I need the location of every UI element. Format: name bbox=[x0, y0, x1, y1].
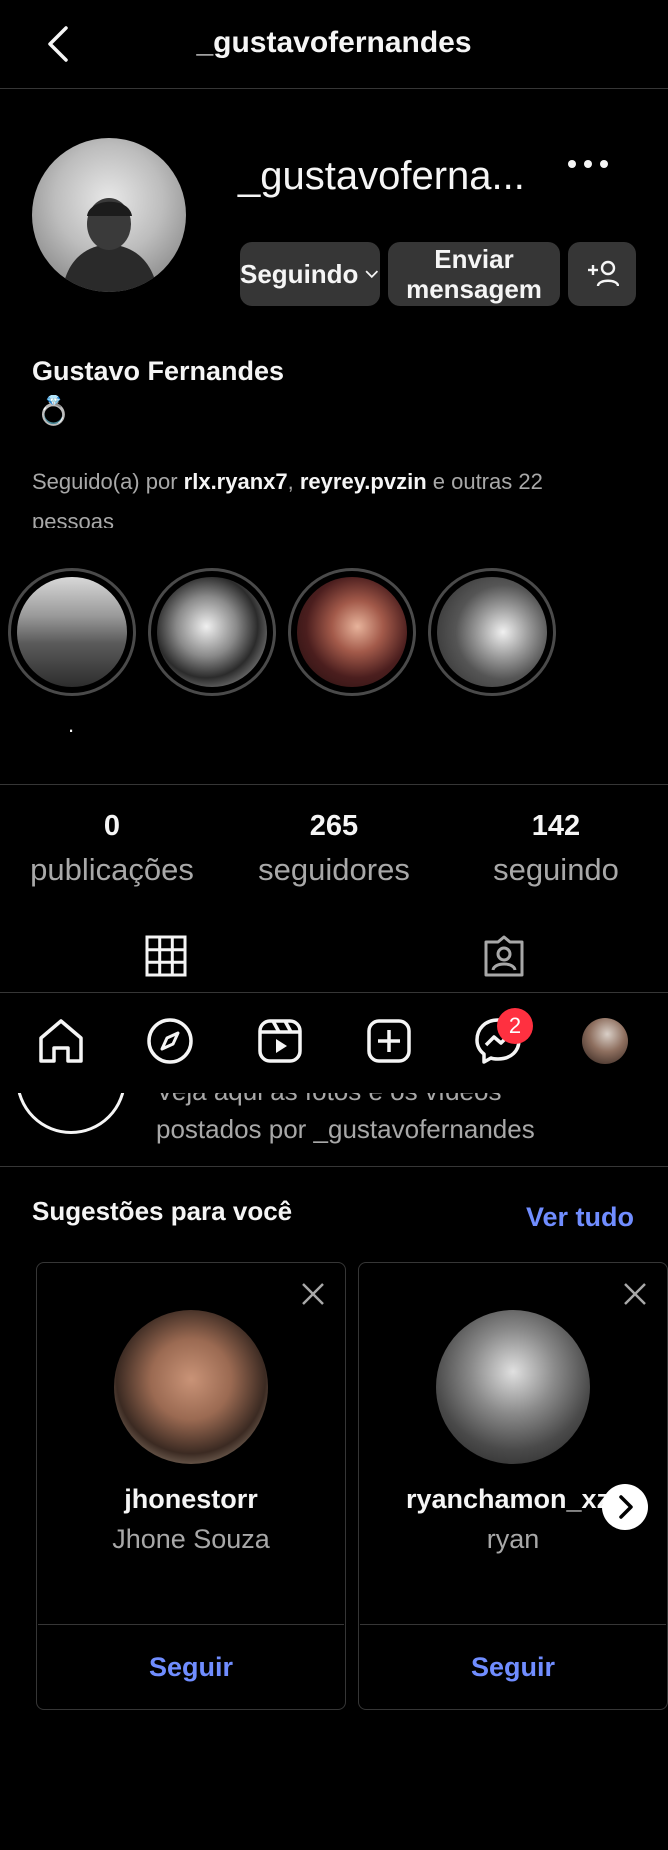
highlight-label: . bbox=[68, 712, 75, 737]
next-suggestions-button[interactable] bbox=[602, 1484, 648, 1530]
highlight-item[interactable] bbox=[8, 568, 136, 696]
add-user-button[interactable] bbox=[568, 242, 636, 306]
highlight-cover bbox=[17, 577, 127, 687]
chevron-right-icon bbox=[619, 1495, 633, 1519]
followed-by-separator: , bbox=[287, 469, 300, 494]
posts-label: publicações bbox=[30, 852, 194, 887]
followers-label[interactable]: seguidores bbox=[224, 852, 444, 888]
highlight-cover bbox=[437, 577, 547, 687]
home-icon[interactable] bbox=[36, 1016, 86, 1066]
see-all-link[interactable]: Ver tudo bbox=[526, 1202, 634, 1233]
follow-button[interactable]: Seguir bbox=[358, 1652, 668, 1683]
grid-icon[interactable] bbox=[144, 934, 188, 978]
followed-by-text[interactable]: Seguido(a) por rlx.ryanx7, reyrey.pvzin … bbox=[32, 462, 612, 528]
suggestion-name: Jhone Souza bbox=[112, 1524, 270, 1554]
empty-posts-line2: postados por _gustavofernandes bbox=[156, 1114, 535, 1144]
highlight-item[interactable] bbox=[148, 568, 276, 696]
divider bbox=[0, 784, 668, 785]
unread-badge: 2 bbox=[497, 1008, 533, 1044]
mutual-follower-link[interactable]: reyrey.pvzin bbox=[300, 469, 427, 494]
highlight-item[interactable] bbox=[428, 568, 556, 696]
following-count[interactable]: 142 bbox=[446, 810, 666, 843]
create-icon[interactable] bbox=[364, 1016, 414, 1066]
card-divider bbox=[360, 1624, 666, 1625]
tagged-icon[interactable] bbox=[482, 934, 526, 978]
posts-count: 0 bbox=[103, 810, 121, 842]
profile-username: _gustavoferna... bbox=[238, 154, 525, 198]
suggestion-avatar[interactable] bbox=[436, 1310, 590, 1464]
profile-avatar-nav[interactable] bbox=[582, 1018, 628, 1064]
following-label[interactable]: seguindo bbox=[446, 852, 666, 888]
send-message-button[interactable]: Enviar mensagem bbox=[388, 242, 560, 306]
profile-avatar[interactable] bbox=[32, 138, 186, 292]
highlight-cover bbox=[297, 577, 407, 687]
profile-full-name: Gustavo Fernandes bbox=[32, 356, 285, 386]
reels-icon[interactable] bbox=[255, 1016, 305, 1066]
card-divider bbox=[38, 1624, 344, 1625]
followers-count[interactable]: 265 bbox=[224, 810, 444, 843]
suggestions-title: Sugestões para você bbox=[32, 1196, 293, 1226]
suggestion-avatar[interactable] bbox=[114, 1310, 268, 1464]
more-options-icon[interactable] bbox=[566, 152, 610, 176]
close-icon[interactable] bbox=[621, 1280, 649, 1308]
chevron-down-icon bbox=[365, 270, 379, 279]
highlight-cover bbox=[157, 577, 267, 687]
following-button-label: Seguindo bbox=[240, 258, 359, 289]
highlight-item[interactable] bbox=[288, 568, 416, 696]
divider bbox=[0, 1166, 668, 1167]
follow-button[interactable]: Seguir bbox=[36, 1652, 346, 1683]
page-title: _gustavofernandes bbox=[196, 26, 472, 59]
bio-emoji: 💍 bbox=[36, 395, 71, 426]
bottom-nav bbox=[0, 992, 668, 1093]
explore-icon[interactable] bbox=[145, 1016, 195, 1066]
followed-by-prefix: Seguido(a) por bbox=[32, 469, 184, 494]
following-button[interactable]: Seguindo bbox=[240, 242, 380, 306]
close-icon[interactable] bbox=[299, 1280, 327, 1308]
mutual-follower-link[interactable]: rlx.ryanx7 bbox=[184, 469, 288, 494]
add-person-icon bbox=[588, 260, 619, 287]
suggestion-username[interactable]: jhonestorr bbox=[36, 1484, 346, 1515]
